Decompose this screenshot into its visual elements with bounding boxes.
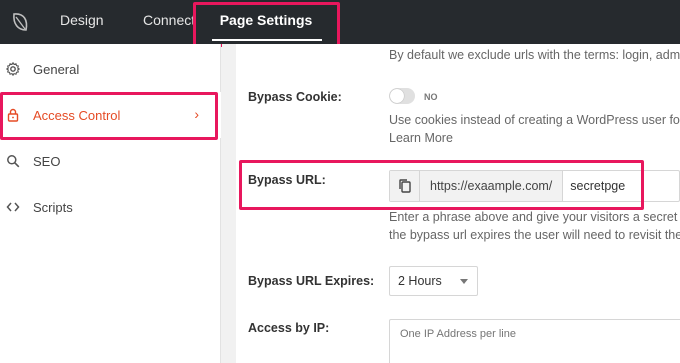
exclude-note: By default we exclude urls with the term…	[389, 48, 680, 62]
code-icon	[6, 200, 20, 214]
caret-down-icon	[460, 279, 468, 284]
sidebar-item-scripts[interactable]: Scripts	[0, 184, 221, 230]
bypass-cookie-help: Use cookies instead of creating a WordPr…	[389, 113, 680, 127]
tab-design[interactable]: Design	[60, 0, 104, 44]
seedprod-logo-icon[interactable]	[4, 6, 36, 38]
bypass-url-help-1: Enter a phrase above and give your visit…	[389, 210, 680, 224]
highlight-box-bypass-url	[239, 160, 644, 210]
search-icon	[6, 154, 20, 168]
toggle-state-text: NO	[424, 92, 438, 102]
bypass-url-expires-select[interactable]: 2 Hours	[389, 266, 478, 296]
bypass-url-expires-label: Bypass URL Expires:	[248, 274, 375, 288]
bypass-url-help-2: the bypass url expires the user will nee…	[389, 228, 680, 242]
sidebar-item-general[interactable]: General	[0, 46, 221, 92]
learn-more-link[interactable]: Learn More	[389, 131, 453, 145]
sidebar-item-label: SEO	[33, 153, 61, 169]
highlight-box-page-settings	[193, 2, 340, 47]
bypass-cookie-label: Bypass Cookie:	[248, 90, 342, 104]
sidebar-item-label: Scripts	[33, 199, 73, 215]
gear-icon	[6, 62, 20, 76]
sidebar-item-seo[interactable]: SEO	[0, 138, 221, 184]
select-value: 2 Hours	[398, 274, 442, 288]
access-by-ip-textarea[interactable]	[389, 319, 680, 363]
sidebar-item-label: General	[33, 61, 80, 77]
toggle-knob	[390, 89, 404, 103]
tab-connect[interactable]: Connect	[143, 0, 195, 44]
top-bar: Design Connect Page Settings	[0, 0, 680, 44]
bypass-cookie-toggle[interactable]	[389, 88, 415, 104]
access-by-ip-label: Access by IP:	[248, 321, 330, 335]
highlight-box-access-control	[0, 92, 218, 140]
